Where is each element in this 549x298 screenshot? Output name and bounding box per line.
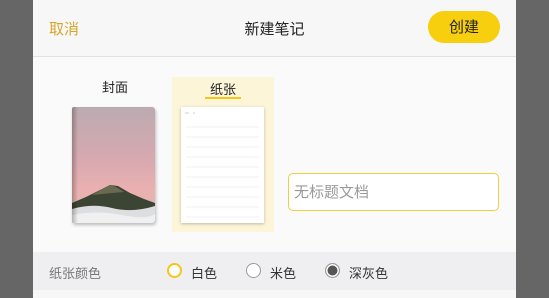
tab-paper[interactable]: 纸张 <box>172 79 274 98</box>
tab-active-indicator <box>205 97 241 99</box>
dialog-content: 封面 纸张 无标题文档 <box>33 57 516 252</box>
color-option-beige[interactable]: 米色 <box>246 262 298 282</box>
paper-color-label: 纸张颜色 <box>49 267 102 282</box>
create-button[interactable]: 创建 <box>428 11 500 43</box>
new-note-dialog: 取消 新建笔记 创建 封面 纸张 无标题文档 纸张颜色 白色 米色 深灰色 <box>33 0 516 298</box>
color-option-label: 白色 <box>191 267 218 282</box>
radio-beige[interactable] <box>246 263 261 278</box>
radio-dark-gray[interactable] <box>325 263 340 278</box>
dialog-header: 取消 新建笔记 创建 <box>33 0 516 57</box>
cover-thumbnail[interactable] <box>72 107 155 223</box>
cover-landscape-image <box>72 107 155 223</box>
note-title-input[interactable] <box>288 173 499 211</box>
tab-cover[interactable]: 封面 <box>65 77 165 96</box>
color-option-label: 米色 <box>270 267 297 282</box>
color-option-label: 深灰色 <box>349 267 389 282</box>
paper-thumbnail[interactable] <box>181 107 264 223</box>
color-option-white[interactable]: 白色 <box>167 262 219 282</box>
cancel-button[interactable]: 取消 <box>49 18 79 39</box>
paper-color-row: 纸张颜色 白色 米色 深灰色 <box>33 252 516 290</box>
radio-white[interactable] <box>167 263 182 278</box>
lined-paper-preview <box>181 107 264 223</box>
color-option-dark-gray[interactable]: 深灰色 <box>325 262 391 282</box>
paper-tab-panel: 纸张 <box>172 77 274 232</box>
dialog-bottom-edge <box>33 290 516 298</box>
